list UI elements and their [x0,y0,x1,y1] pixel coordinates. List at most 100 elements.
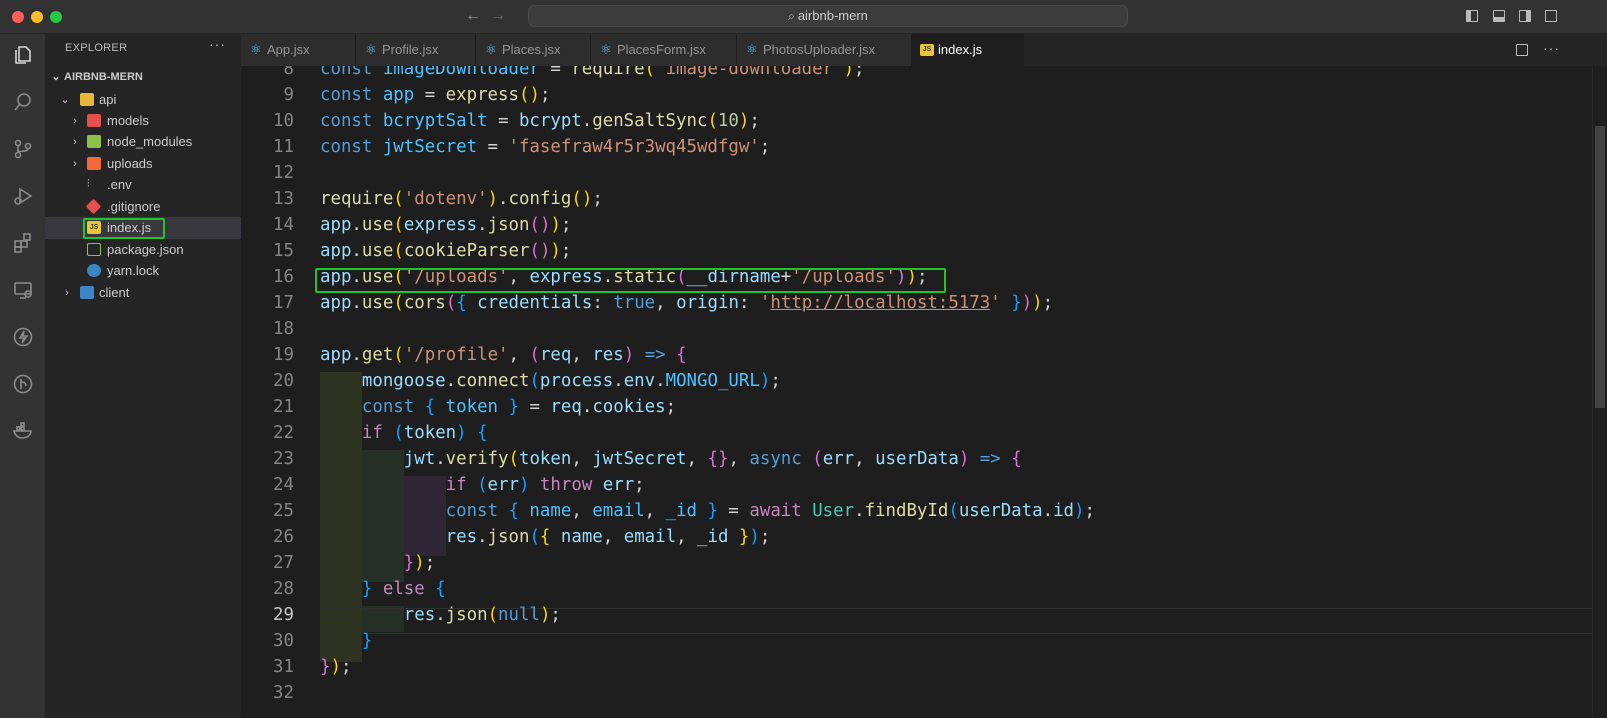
close-window-button[interactable] [12,11,24,23]
line-code: if (token) { [320,420,488,446]
project-root[interactable]: ⌄ AIRBNB-MERN [45,66,241,88]
tree-item-env[interactable]: ⫶ .env [45,174,241,196]
remote-explorer-icon[interactable] [10,277,36,303]
code-line[interactable]: 9 const app = express(); [241,82,1551,108]
tab-app-jsx[interactable]: ⚛ App.jsx [241,34,356,66]
search-icon[interactable] [10,89,36,115]
code-token: { [435,579,446,599]
explorer-more-actions-icon[interactable]: ··· [209,36,226,52]
code-line[interactable]: 10 const bcryptSalt = bcrypt.genSaltSync(… [241,108,1551,134]
code-line[interactable]: 17 app.use(cors({ credentials: true, orig… [241,290,1551,316]
code-line[interactable]: 28 } else { [241,576,1551,602]
thunder-client-icon[interactable] [10,324,36,350]
line-16-highlight-box [315,268,946,293]
scrollbar-thumb[interactable] [1595,126,1605,408]
code-line[interactable]: 30 } [241,628,1551,654]
tab-index-js[interactable]: JS index.js [912,34,1024,66]
code-token: genSaltSync [592,111,708,131]
tree-item-package-json[interactable]: package.json [45,239,241,261]
run-debug-icon[interactable] [10,183,36,209]
code-token: token [518,449,572,469]
code-line[interactable]: 22 if (token) { [241,420,1551,446]
code-token: connect [456,371,530,391]
line-code: const imageDownloader = require('image-d… [320,66,865,82]
code-token: } [320,657,331,677]
tree-item-models[interactable]: › models [45,110,241,132]
code-line[interactable]: 13 require('dotenv').config(); [241,186,1551,212]
line-number: 13 [273,189,294,209]
code-token: { [466,423,488,443]
chevron-right-icon: › [73,115,77,127]
tree-item-gitignore[interactable]: .gitignore [45,196,241,218]
tab-label: App.jsx [267,42,310,57]
code-token: token [403,423,457,443]
back-arrow-icon[interactable]: ← [465,7,481,25]
code-token: use [361,241,394,261]
code-line[interactable]: 27 }); [241,550,1551,576]
code-line[interactable]: 12 [241,160,1551,186]
docker-icon[interactable] [10,418,36,444]
code-token: ; [854,66,865,79]
command-center-search[interactable]: ⌕ airbnb-mern [528,5,1128,27]
customize-layout-icon[interactable] [1545,10,1557,22]
code-token: app [320,241,352,261]
forward-arrow-icon[interactable]: → [490,7,506,25]
minimize-window-button[interactable] [31,11,43,23]
line-number: 10 [273,111,294,131]
code-line[interactable]: 15 app.use(cookieParser()); [241,238,1551,264]
tab-places-jsx[interactable]: ⚛ Places.jsx [476,34,591,66]
code-line[interactable]: 19 app.get('/profile', (req, res) => { [241,342,1551,368]
git-graph-icon[interactable] [10,371,36,397]
tab-placesform-jsx[interactable]: ⚛ PlacesForm.jsx [591,34,737,66]
tree-item-node-modules[interactable]: › node_modules [45,131,241,153]
code-editor[interactable]: 8 const imageDownloader = require('image-… [241,66,1607,718]
code-line[interactable]: 31}); [241,654,1551,680]
toggle-panel-icon[interactable] [1493,10,1505,22]
tree-item-label: node_modules [107,134,193,149]
code-token: ; [665,397,677,417]
explorer-icon[interactable] [10,42,36,68]
tree-item-api[interactable]: ⌄ api [45,89,241,111]
code-token: imageDownloader [382,66,540,79]
code-token: ) [958,449,970,469]
code-line[interactable]: 11 const jwtSecret = 'fasefraw4r5r3wq45wd… [241,134,1551,160]
react-icon: ⚛ [746,42,758,57]
code-token: ( [477,475,488,495]
code-line[interactable]: 21 const { token } = req.cookies; [241,394,1551,420]
code-line[interactable]: 14 app.use(express.json()); [241,212,1551,238]
code-token: credentials [477,293,593,313]
code-token: { [676,345,687,365]
toggle-sidebar-icon[interactable] [1466,10,1478,22]
code-line[interactable]: 25 const { name, email, _id } = await Us… [241,498,1551,524]
code-line[interactable]: 20 mongoose.connect(process.env.MONGO_UR… [241,368,1551,394]
editor-scrollbar[interactable] [1592,66,1607,718]
tree-item-yarn-lock[interactable]: yarn.lock [45,260,241,282]
code-token: origin [676,293,739,313]
line-number: 20 [273,371,294,391]
code-line[interactable]: 26 res.json({ name, email, _id }); [241,524,1551,550]
tree-item-uploads[interactable]: › uploads [45,153,241,175]
tab-profile-jsx[interactable]: ⚛ Profile.jsx [356,34,476,66]
split-editor-icon[interactable] [1516,44,1528,56]
tab-photosuploader-jsx[interactable]: ⚛ PhotosUploader.jsx [737,34,912,66]
code-token: ; [1042,293,1054,313]
tree-item-client[interactable]: › client [45,282,241,304]
toggle-secondary-sidebar-icon[interactable] [1519,10,1531,22]
code-token: ; [759,137,771,157]
code-line[interactable]: 32 [241,680,1551,706]
code-token: require [571,66,645,79]
code-token: process [539,371,614,391]
code-line[interactable]: 8 const imageDownloader = require('image-… [241,66,1551,82]
code-line[interactable]: 29 res.json(null); [241,602,1551,628]
source-control-icon[interactable] [10,136,36,162]
code-line[interactable]: 18 [241,316,1551,342]
code-token: json [445,605,488,625]
code-token: } [728,527,750,547]
git-file-icon [85,198,102,215]
code-line[interactable]: 24 if (err) throw err; [241,472,1551,498]
line-number: 15 [273,241,294,261]
maximize-window-button[interactable] [50,11,62,23]
more-actions-icon[interactable]: ··· [1543,40,1560,56]
code-line[interactable]: 23 jwt.verify(token, jwtSecret, {}, asyn… [241,446,1551,472]
extensions-icon[interactable] [10,230,36,256]
